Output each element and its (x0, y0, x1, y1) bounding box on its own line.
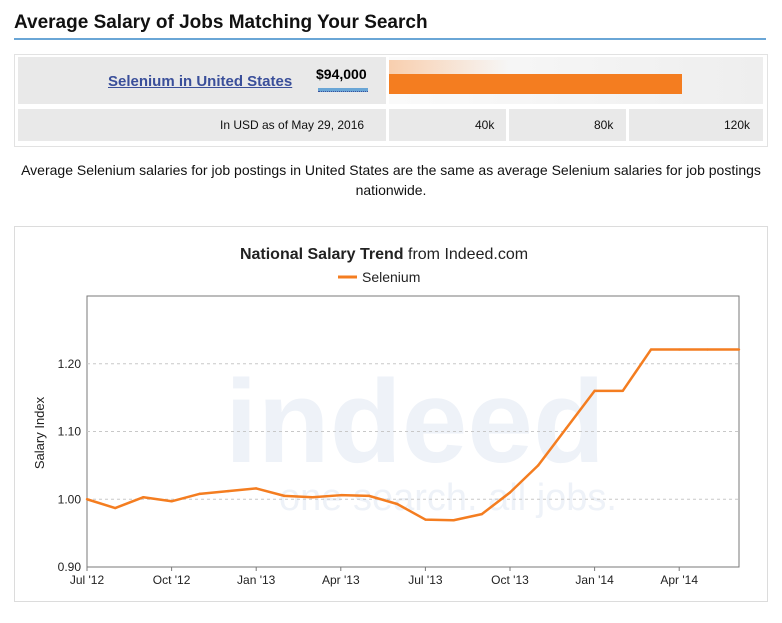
data-point (565, 426, 568, 430)
y-tick-label: 0.90 (58, 560, 82, 574)
data-point (226, 489, 230, 493)
x-tick-label: Jul '13 (408, 573, 443, 587)
data-point (142, 496, 145, 499)
data-point (367, 494, 371, 498)
data-point (114, 506, 117, 510)
watermark-logo: indeed (225, 356, 605, 488)
chart-title-rest: from Indeed.com (404, 246, 529, 263)
data-point (480, 512, 483, 516)
data-point (649, 348, 653, 351)
data-point (678, 348, 681, 351)
data-point (311, 496, 314, 499)
data-point (621, 389, 624, 393)
x-tick-label: Oct '13 (491, 573, 529, 587)
data-point (198, 492, 201, 496)
watermark-tagline: one search. all jobs. (279, 477, 617, 519)
data-point (593, 389, 596, 393)
data-point (508, 491, 512, 494)
legend-label[interactable]: Selenium (362, 269, 420, 285)
data-point (339, 493, 342, 497)
x-tick-label: Apr '14 (660, 573, 698, 587)
chart-title-bold: National Salary Trend (240, 246, 404, 263)
data-point (170, 500, 173, 503)
data-point (283, 494, 286, 498)
salary-trend-chart: National Salary Trend from Indeed.com Se… (32, 246, 741, 587)
x-tick-label: Jan '13 (237, 573, 276, 587)
chart-title: National Salary Trend from Indeed.com (240, 246, 528, 263)
y-axis-label: Salary Index (32, 396, 47, 469)
data-point (706, 348, 709, 351)
data-point (452, 519, 455, 522)
data-point (396, 502, 399, 506)
x-tick-label: Jan '14 (575, 573, 614, 587)
y-tick-label: 1.00 (58, 492, 82, 506)
x-tick-label: Oct '12 (153, 573, 191, 587)
data-point (737, 348, 741, 351)
data-point (255, 487, 258, 490)
plot-area: indeedone search. all jobs. 0.90 1.00 1.10 1… (58, 295, 741, 587)
data-point (537, 464, 540, 467)
data-point (85, 498, 89, 501)
x-tick-label: Jul '12 (70, 573, 105, 587)
data-point (424, 518, 427, 521)
x-tick-label: Apr '13 (322, 573, 360, 587)
y-tick-label: 1.10 (58, 425, 82, 439)
y-tick-label: 1.20 (58, 357, 82, 371)
